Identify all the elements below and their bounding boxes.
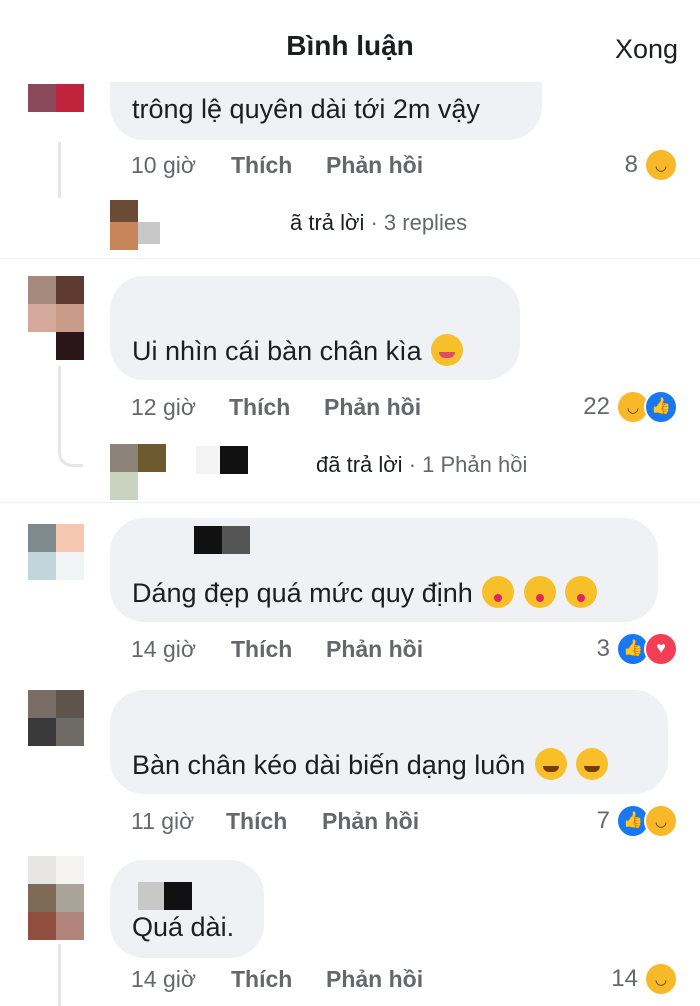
haha-icon: ◡: [644, 962, 678, 996]
thread-hook: [58, 366, 83, 467]
thread-line: [58, 142, 61, 198]
comment-text: Bàn chân kéo dài biến dạng luôn: [132, 748, 609, 781]
avatar[interactable]: [28, 276, 84, 332]
thread-line: [58, 944, 61, 1006]
haha-icon: ◡: [644, 804, 678, 838]
like-icon: 👍: [644, 390, 678, 424]
like-button[interactable]: Thích: [231, 966, 292, 993]
love-icon: ♥: [644, 632, 678, 666]
header: Bình luận Xong: [0, 0, 700, 80]
zany-face-icon: [431, 334, 464, 366]
comment-time: 14 giờ: [131, 966, 196, 992]
comment-text-content: Bàn chân kéo dài biến dạng luôn: [132, 750, 526, 780]
avatar[interactable]: [28, 856, 84, 912]
reaction-summary[interactable]: 8 ◡: [625, 148, 678, 182]
comment-text: Quá dài.: [132, 912, 235, 942]
reaction-count: 14: [611, 965, 638, 992]
comment-text: Dáng đẹp quá mức quy định: [132, 576, 598, 609]
comment-bubble: Ui nhìn cái bàn chân kìa: [110, 276, 520, 380]
rofl-icon: [576, 748, 609, 780]
avatar-fragment: [28, 912, 56, 940]
reaction-summary[interactable]: 22 ◡ 👍: [583, 390, 678, 424]
kissing-heart-icon: [523, 576, 556, 608]
reaction-summary[interactable]: 7 👍 ◡: [597, 804, 678, 838]
comment-bubble: Quá dài.: [110, 860, 264, 958]
like-button[interactable]: Thích: [229, 394, 290, 421]
reply-button[interactable]: Phản hồi: [326, 636, 423, 663]
comment-time: 10 giờ: [131, 152, 196, 178]
reply-avatar[interactable]: [110, 200, 166, 256]
reaction-count: 8: [624, 151, 638, 178]
reply-button[interactable]: Phản hồi: [326, 152, 423, 179]
kissing-heart-icon: [482, 576, 515, 608]
avatar-fragment: [56, 332, 84, 360]
rofl-icon: [534, 748, 567, 780]
divider: [0, 502, 700, 503]
divider: [0, 258, 700, 259]
kissing-heart-icon: [565, 576, 598, 608]
avatar[interactable]: [28, 84, 84, 112]
comment-time: 11 giờ: [131, 808, 195, 834]
avatar[interactable]: [28, 690, 84, 746]
haha-icon: ◡: [644, 148, 678, 182]
reaction-summary[interactable]: 3 👍 ♥: [597, 632, 678, 666]
reaction-count: 22: [583, 393, 610, 420]
blurred-name: [138, 882, 164, 910]
comment-text-content: Ui nhìn cái bàn chân kìa: [132, 336, 422, 366]
replies-label: đã trả lời: [316, 452, 403, 477]
blurred-name: [194, 526, 222, 554]
blurred-name: [164, 882, 192, 910]
reply-button[interactable]: Phản hồi: [326, 966, 423, 993]
reply-button[interactable]: Phản hồi: [322, 808, 419, 835]
comment-time: 12 giờ: [131, 394, 196, 420]
comment-text: Ui nhìn cái bàn chân kìa: [132, 334, 464, 367]
blurred-name: [222, 526, 250, 554]
comment-text-content: Dáng đẹp quá mức quy định: [132, 578, 473, 608]
comment-bubble: Bàn chân kéo dài biến dạng luôn: [110, 690, 668, 794]
reaction-count: 7: [596, 807, 610, 834]
comment-bubble: trông lệ quyên dài tới 2m vậy: [110, 82, 542, 140]
replies-count: · 1 Phản hồi: [408, 452, 528, 477]
like-button[interactable]: Thích: [231, 636, 292, 663]
reply-button[interactable]: Phản hồi: [324, 394, 421, 421]
avatar-fragment: [56, 912, 84, 940]
replies-summary[interactable]: đã trả lời · 1 Phản hồi: [316, 452, 527, 478]
reaction-count: 3: [596, 635, 610, 662]
avatar[interactable]: [28, 524, 84, 580]
blurred-name: [220, 446, 248, 474]
reply-avatar[interactable]: [110, 444, 166, 500]
reaction-summary[interactable]: 14 ◡: [611, 962, 678, 996]
replies-label: ã trả lời: [290, 210, 365, 235]
comment-bubble: Dáng đẹp quá mức quy định: [110, 518, 658, 622]
done-button[interactable]: Xong: [615, 34, 678, 65]
blurred-name: [196, 446, 220, 474]
comment-time: 14 giờ: [131, 636, 196, 662]
page-title: Bình luận: [286, 30, 414, 61]
replies-count: · 3 replies: [370, 210, 468, 235]
like-button[interactable]: Thích: [226, 808, 287, 835]
replies-summary[interactable]: ã trả lời · 3 replies: [290, 210, 467, 236]
comment-text: trông lệ quyên dài tới 2m vậy: [132, 94, 480, 124]
like-button[interactable]: Thích: [231, 152, 292, 179]
